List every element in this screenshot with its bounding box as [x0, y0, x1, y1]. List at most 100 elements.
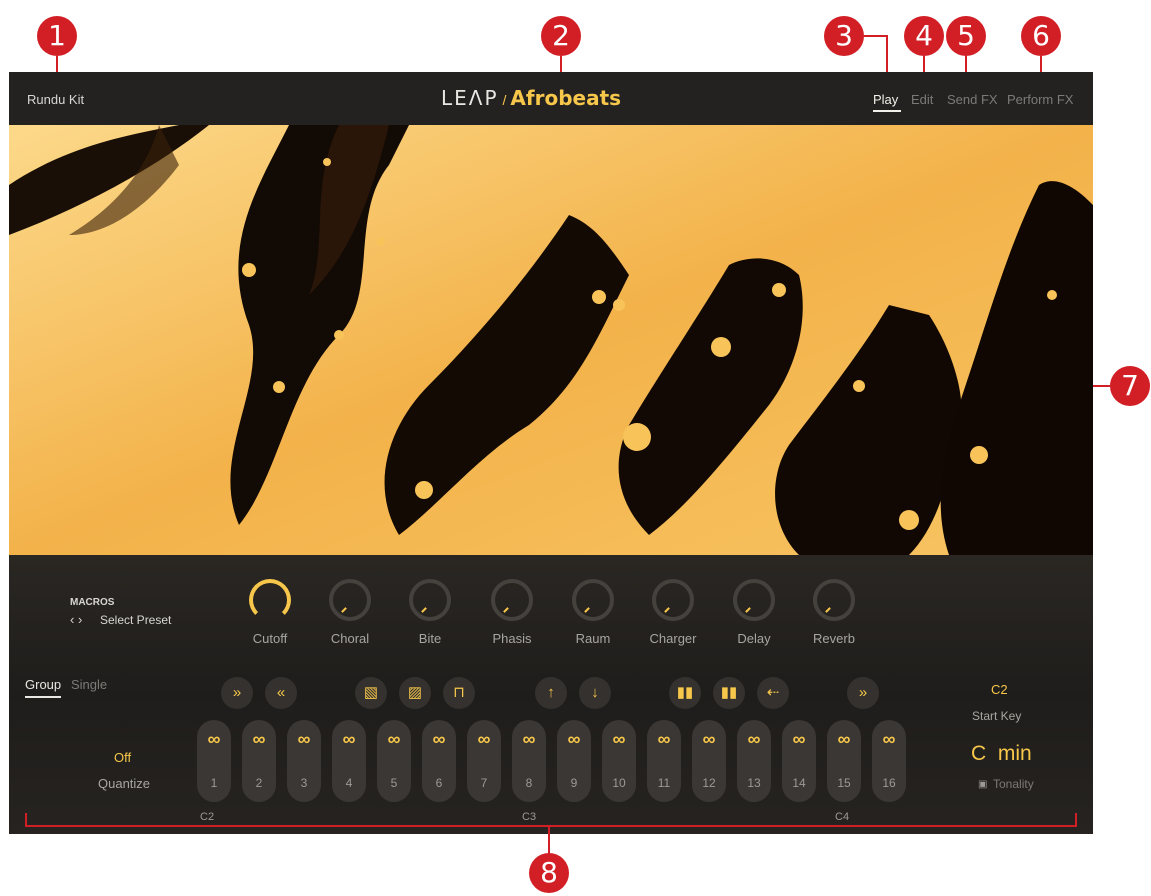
- preset-name[interactable]: Rundu Kit: [27, 92, 84, 107]
- infinity-icon: ∞: [432, 729, 446, 749]
- callout-4: 4: [904, 16, 944, 56]
- knob-phasis[interactable]: [491, 579, 533, 621]
- header-bar: Rundu Kit LEΛP / Afrobeats Play Edit Sen…: [9, 72, 1093, 125]
- tonality-label: Tonality: [993, 777, 1034, 791]
- callout-3-line-h: [864, 35, 888, 37]
- tab-perform-fx[interactable]: Perform FX: [1007, 92, 1073, 107]
- texture-alt-icon[interactable]: ▨: [399, 677, 431, 709]
- artwork-image: [9, 125, 1093, 555]
- knob-charger[interactable]: [652, 579, 694, 621]
- octave-label-c3: C3: [522, 811, 537, 823]
- pad-2[interactable]: ∞ 2: [242, 720, 276, 802]
- pad-number: 15: [837, 776, 851, 790]
- start-key-label: Start Key: [972, 709, 1022, 723]
- active-tab-underline: [873, 110, 901, 112]
- envelope-icon[interactable]: ⊓: [443, 677, 475, 709]
- infinity-icon: ∞: [882, 729, 896, 749]
- plugin-window: Rundu Kit LEΛP / Afrobeats Play Edit Sen…: [9, 72, 1093, 834]
- tonality-value[interactable]: C min: [971, 742, 1032, 766]
- pad-15[interactable]: ∞ 15: [827, 720, 861, 802]
- knob-raum-indicator: [584, 607, 590, 613]
- pad-16[interactable]: ∞ 16: [872, 720, 906, 802]
- logo-slash: /: [502, 92, 507, 108]
- infinity-icon: ∞: [387, 729, 401, 749]
- callout-8: 8: [529, 853, 569, 893]
- pad-5[interactable]: ∞ 5: [377, 720, 411, 802]
- infinity-icon: ∞: [702, 729, 716, 749]
- reverse-icon[interactable]: ⇠: [757, 677, 789, 709]
- infinity-icon: ∞: [522, 729, 536, 749]
- pad-number: 11: [657, 776, 671, 790]
- callout-7: 7: [1110, 366, 1150, 406]
- logo-leap: LEΛP: [441, 86, 499, 110]
- knob-raum[interactable]: [572, 579, 614, 621]
- arrow-up-icon[interactable]: ↑: [535, 677, 567, 709]
- callout-6: 6: [1021, 16, 1061, 56]
- knob-delay-indicator: [745, 607, 751, 613]
- tab-group[interactable]: Group: [25, 677, 61, 692]
- pad-1[interactable]: ∞ 1: [197, 720, 231, 802]
- rewind-icon[interactable]: «: [265, 677, 297, 709]
- knob-delay[interactable]: [733, 579, 775, 621]
- pad-3[interactable]: ∞ 3: [287, 720, 321, 802]
- knob-label-raum: Raum: [575, 631, 611, 646]
- pad-10[interactable]: ∞ 10: [602, 720, 636, 802]
- knob-label-cutoff: Cutoff: [252, 631, 288, 646]
- pad-12[interactable]: ∞ 12: [692, 720, 726, 802]
- pad-14[interactable]: ∞ 14: [782, 720, 816, 802]
- pad-number: 8: [525, 776, 533, 790]
- quantize-value[interactable]: Off: [114, 750, 131, 765]
- tab-edit[interactable]: Edit: [911, 92, 933, 107]
- knob-reverb[interactable]: [813, 579, 855, 621]
- knob-bite-indicator: [421, 607, 427, 613]
- select-preset-label[interactable]: Select Preset: [100, 613, 171, 627]
- infinity-icon: ∞: [252, 729, 266, 749]
- callout-5: 5: [946, 16, 986, 56]
- knob-label-reverb: Reverb: [813, 631, 855, 646]
- callout-1: 1: [37, 16, 77, 56]
- infinity-icon: ∞: [837, 729, 851, 749]
- infinity-icon: ∞: [657, 729, 671, 749]
- lock-icon[interactable]: ▣: [978, 779, 987, 790]
- infinity-icon: ∞: [747, 729, 761, 749]
- knob-phasis-indicator: [503, 607, 509, 613]
- texture-icon[interactable]: ▧: [355, 677, 387, 709]
- pad-9[interactable]: ∞ 9: [557, 720, 591, 802]
- fast-forward-icon[interactable]: »: [221, 677, 253, 709]
- pad-4[interactable]: ∞ 4: [332, 720, 366, 802]
- fast-forward-icon[interactable]: »: [847, 677, 879, 709]
- infinity-icon: ∞: [342, 729, 356, 749]
- pad-13[interactable]: ∞ 13: [737, 720, 771, 802]
- controls-panel: MACROS ‹ › Select Preset Cutoff Choral B…: [9, 555, 1093, 834]
- infinity-icon: ∞: [567, 729, 581, 749]
- arrow-down-icon[interactable]: ↓: [579, 677, 611, 709]
- knob-choral-indicator: [341, 607, 347, 613]
- infinity-icon: ∞: [792, 729, 806, 749]
- tab-single[interactable]: Single: [71, 677, 107, 692]
- start-key-value[interactable]: C2: [991, 682, 1008, 697]
- bars-right-icon[interactable]: ▮▮: [713, 677, 745, 709]
- callout-2: 2: [541, 16, 581, 56]
- pad-11[interactable]: ∞ 11: [647, 720, 681, 802]
- tab-play[interactable]: Play: [873, 92, 898, 107]
- pad-number: 12: [702, 776, 716, 790]
- pad-number: 9: [570, 776, 578, 790]
- pad-7[interactable]: ∞ 7: [467, 720, 501, 802]
- pad-number: 13: [747, 776, 761, 790]
- infinity-icon: ∞: [477, 729, 491, 749]
- select-preset-arrows-icon[interactable]: ‹ ›: [70, 612, 82, 627]
- pad-number: 14: [792, 776, 806, 790]
- tab-send-fx[interactable]: Send FX: [947, 92, 998, 107]
- callout-3: 3: [824, 16, 864, 56]
- knob-bite[interactable]: [409, 579, 451, 621]
- knob-cutoff[interactable]: [249, 579, 291, 621]
- knob-choral[interactable]: [329, 579, 371, 621]
- pad-number: 5: [390, 776, 398, 790]
- pad-8[interactable]: ∞ 8: [512, 720, 546, 802]
- pad-number: 1: [210, 776, 218, 790]
- pad-6[interactable]: ∞ 6: [422, 720, 456, 802]
- pad-number: 10: [612, 776, 626, 790]
- bars-left-icon[interactable]: ▮▮: [669, 677, 701, 709]
- knob-label-bite: Bite: [418, 631, 442, 646]
- pad-number: 3: [300, 776, 308, 790]
